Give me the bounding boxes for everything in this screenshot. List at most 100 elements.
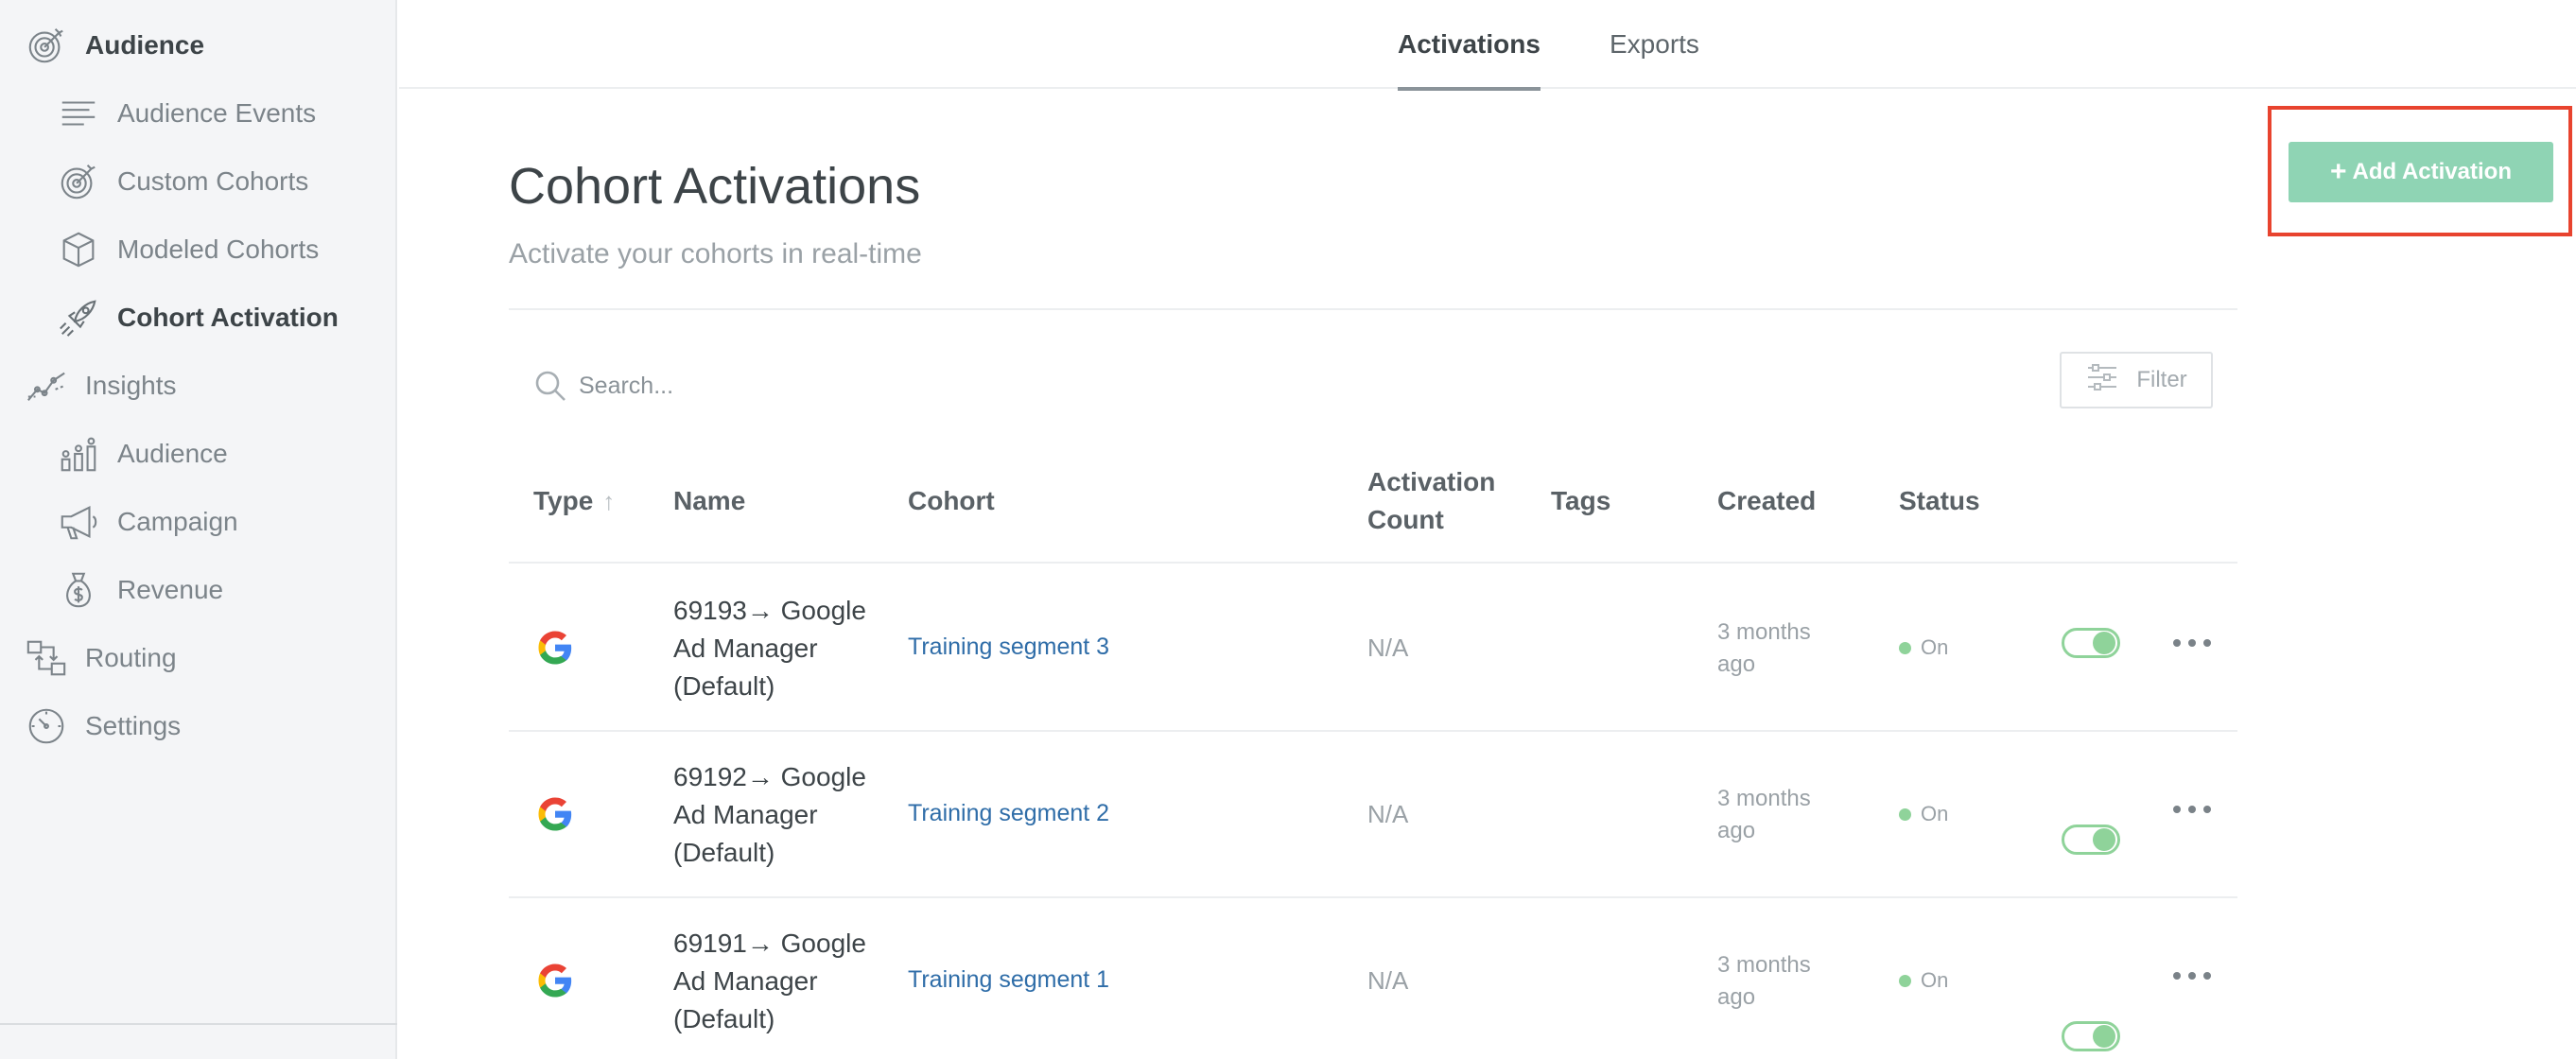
- column-header-cohort: Cohort: [908, 486, 995, 515]
- created-date: 3 months ago: [1717, 949, 1840, 1014]
- cohort-link[interactable]: Training segment 3: [908, 634, 1109, 661]
- activation-count: N/A: [1367, 966, 1409, 995]
- sidebar-item-cohort-activation[interactable]: Cohort Activation: [55, 291, 339, 344]
- target-icon: [55, 158, 102, 205]
- list-lines-icon: [55, 90, 102, 137]
- status-dot-icon: [1899, 807, 1911, 821]
- name-line: Ad Manager: [673, 634, 818, 663]
- name-line: 69191→ Google: [673, 929, 866, 958]
- sidebar-item-audience[interactable]: Audience: [23, 19, 204, 72]
- google-logo-icon: [535, 961, 575, 1005]
- sort-ascending-icon: ↑: [602, 487, 616, 515]
- google-logo-icon: [535, 628, 575, 672]
- search-icon: [531, 367, 569, 405]
- activation-toggle[interactable]: [2062, 825, 2120, 855]
- sidebar-divider: [0, 1023, 397, 1025]
- sidebar-item-label: Routing: [85, 643, 177, 672]
- name-line: (Default): [673, 671, 775, 701]
- toggle-knob: [2093, 828, 2115, 851]
- activation-name: 69191→ Google Ad Manager (Default): [673, 925, 872, 1038]
- sidebar-item-custom-cohorts[interactable]: Custom Cohorts: [55, 155, 308, 208]
- sidebar-item-label: Settings: [85, 711, 182, 740]
- name-line: (Default): [673, 1004, 775, 1033]
- column-header-activation-count: Activation Count: [1367, 463, 1495, 539]
- created-line: ago: [1717, 984, 1756, 1010]
- column-header-name: Name: [673, 486, 746, 515]
- sidebar-item-campaign[interactable]: Campaign: [55, 495, 238, 548]
- sidebar-item-label: Campaign: [117, 507, 238, 536]
- created-line: 3 months: [1717, 619, 1811, 645]
- column-header-created: Created: [1717, 486, 1817, 515]
- column-label: Type: [533, 486, 594, 515]
- created-date: 3 months ago: [1717, 783, 1840, 847]
- tab-activations[interactable]: Activations: [1398, 0, 1540, 91]
- sidebar-item-insights-audience[interactable]: Audience: [55, 427, 228, 480]
- gauge-icon: [23, 703, 70, 750]
- sidebar-item-revenue[interactable]: Revenue: [55, 564, 223, 616]
- status-badge: On: [1899, 968, 1948, 993]
- more-options-icon[interactable]: [2173, 800, 2211, 819]
- sidebar-item-audience-events[interactable]: Audience Events: [55, 87, 316, 140]
- column-header-status: Status: [1899, 486, 1980, 515]
- name-line: Ad Manager: [673, 966, 818, 996]
- sidebar-item-modeled-cohorts[interactable]: Modeled Cohorts: [55, 223, 319, 276]
- sliders-icon: [2085, 360, 2119, 401]
- column-label-line: Count: [1367, 505, 1444, 534]
- created-line: ago: [1717, 818, 1756, 843]
- filter-button[interactable]: Filter: [2060, 352, 2213, 408]
- name-line: Ad Manager: [673, 800, 818, 829]
- top-tabs: Activations Exports: [399, 0, 2576, 91]
- sidebar-item-label: Modeled Cohorts: [117, 234, 320, 264]
- cohort-link[interactable]: Training segment 1: [908, 966, 1109, 994]
- activation-toggle[interactable]: [2062, 628, 2120, 658]
- activation-toggle[interactable]: [2062, 1021, 2120, 1051]
- sidebar-item-label: Custom Cohorts: [117, 166, 309, 196]
- more-options-icon[interactable]: [2173, 966, 2211, 985]
- table-divider: [509, 730, 2237, 732]
- money-bag-icon: [55, 566, 102, 614]
- toggle-knob: [2093, 1025, 2115, 1048]
- column-label-line: Activation: [1367, 467, 1496, 496]
- line-chart-icon: [23, 362, 70, 409]
- created-line: 3 months: [1717, 786, 1811, 811]
- created-date: 3 months ago: [1717, 616, 1840, 681]
- table-divider: [509, 562, 2237, 564]
- add-activation-button[interactable]: + Add Activation: [2289, 142, 2553, 202]
- name-line: 69193→ Google: [673, 596, 866, 625]
- target-icon: [23, 22, 70, 69]
- activation-name: 69193→ Google Ad Manager (Default): [673, 592, 872, 705]
- header-divider: [509, 308, 2237, 310]
- sidebar-item-label: Revenue: [117, 575, 224, 604]
- status-label: On: [1921, 635, 1949, 659]
- column-header-type[interactable]: Type ↑: [533, 482, 615, 520]
- status-badge: On: [1899, 802, 1948, 826]
- sidebar-item-routing[interactable]: Routing: [23, 632, 177, 685]
- page-title: Cohort Activations: [509, 158, 921, 215]
- activation-name: 69192→ Google Ad Manager (Default): [673, 758, 872, 872]
- name-line: (Default): [673, 838, 775, 867]
- status-dot-icon: [1899, 974, 1911, 987]
- cube-icon: [55, 226, 102, 273]
- created-line: 3 months: [1717, 952, 1811, 978]
- tab-exports[interactable]: Exports: [1610, 0, 1699, 89]
- status-badge: On: [1899, 635, 1948, 660]
- search-input[interactable]: [579, 365, 1430, 407]
- activation-count: N/A: [1367, 634, 1409, 662]
- rocket-icon: [55, 294, 102, 341]
- activation-count: N/A: [1367, 800, 1409, 828]
- more-options-icon[interactable]: [2173, 634, 2211, 652]
- name-line: 69192→ Google: [673, 762, 866, 791]
- sidebar-item-label: Audience: [85, 30, 205, 60]
- status-dot-icon: [1899, 641, 1911, 654]
- cohort-link[interactable]: Training segment 2: [908, 800, 1109, 827]
- sidebar-item-label: Insights: [85, 371, 177, 400]
- sidebar-item-label: Audience: [117, 439, 228, 468]
- page-subtitle: Activate your cohorts in real-time: [509, 238, 922, 269]
- sidebar-item-settings[interactable]: Settings: [23, 700, 181, 753]
- google-logo-icon: [535, 794, 575, 839]
- table-divider: [509, 896, 2237, 898]
- sidebar-item-insights[interactable]: Insights: [23, 359, 177, 412]
- filter-label: Filter: [2136, 367, 2187, 392]
- people-bars-icon: [55, 430, 102, 477]
- megaphone-icon: [55, 498, 102, 546]
